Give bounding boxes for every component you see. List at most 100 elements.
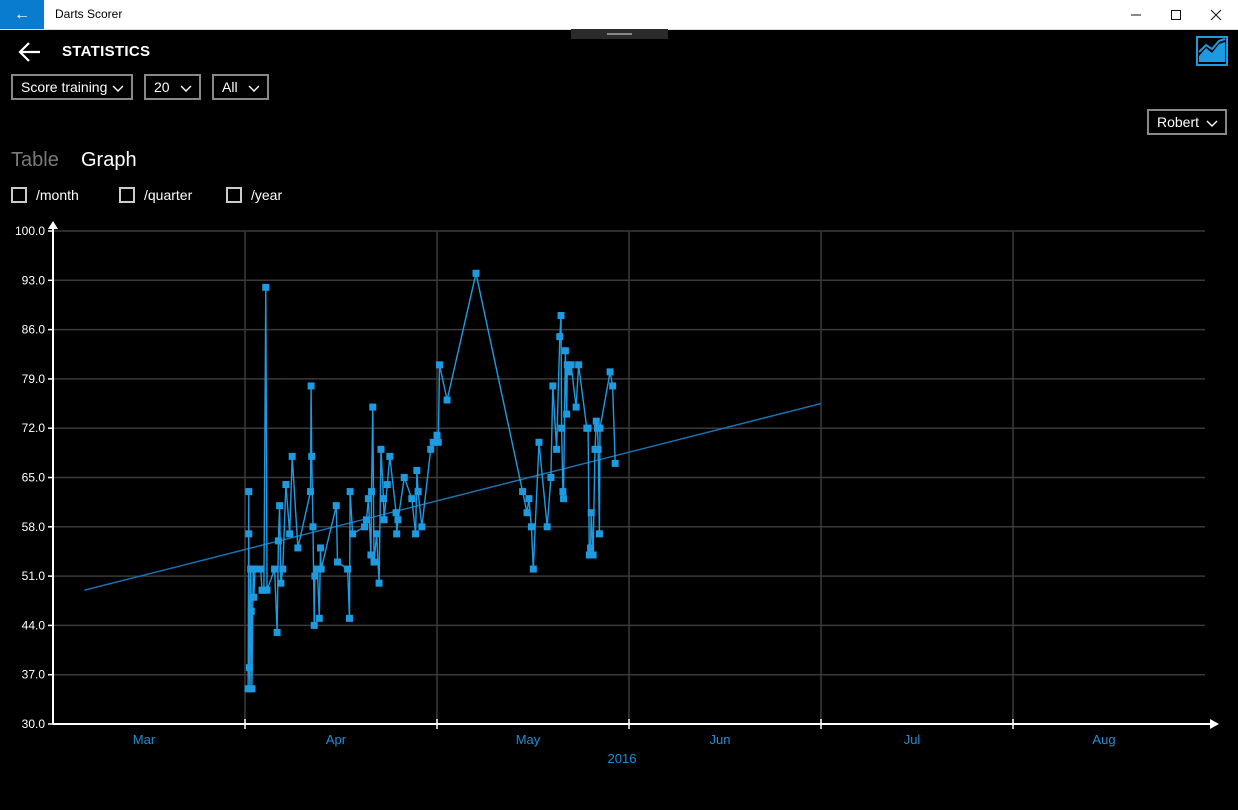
page-back-button[interactable] bbox=[16, 38, 46, 66]
data-point bbox=[433, 431, 441, 439]
data-point bbox=[362, 516, 370, 524]
player-dropdown[interactable]: Robert bbox=[1147, 109, 1227, 135]
y-tick-label: 65.0 bbox=[22, 471, 46, 485]
checkbox-month[interactable]: /month bbox=[11, 185, 79, 205]
data-point bbox=[383, 481, 391, 489]
data-point bbox=[361, 523, 369, 531]
x-tick-label: Aug bbox=[1092, 732, 1115, 747]
data-point bbox=[317, 565, 325, 573]
data-point bbox=[575, 361, 583, 369]
data-point bbox=[589, 551, 597, 559]
data-point bbox=[557, 312, 565, 320]
data-point bbox=[567, 361, 575, 369]
data-point bbox=[553, 445, 561, 453]
tab-graph[interactable]: Graph bbox=[81, 149, 137, 172]
data-point bbox=[594, 424, 602, 432]
y-tick-label: 100.0 bbox=[15, 224, 45, 238]
data-point bbox=[311, 572, 319, 580]
data-point bbox=[587, 544, 595, 552]
data-point bbox=[262, 283, 270, 291]
y-tick-label: 58.0 bbox=[22, 520, 46, 534]
checkbox-quarter[interactable]: /quarter bbox=[119, 185, 192, 205]
data-point bbox=[380, 516, 388, 524]
data-point bbox=[535, 438, 543, 446]
close-button[interactable] bbox=[1193, 0, 1238, 29]
data-point bbox=[394, 516, 402, 524]
score-chart: 100.0 93.0 86.0 79.0 72.0 65.0 58.0 51.0 44.0 37.… bbox=[15, 221, 1219, 766]
chart-icon[interactable] bbox=[1196, 36, 1228, 66]
back-arrow-icon bbox=[18, 42, 40, 62]
data-point bbox=[247, 607, 255, 615]
data-point bbox=[245, 664, 253, 672]
chevron-down-icon bbox=[248, 85, 260, 92]
data-point bbox=[592, 417, 600, 425]
y-tick-label: 93.0 bbox=[22, 273, 46, 287]
data-point bbox=[273, 628, 281, 636]
x-tick-label: Jun bbox=[710, 732, 731, 747]
data-point bbox=[587, 509, 595, 517]
count-dropdown[interactable]: 20 bbox=[144, 74, 201, 100]
data-point bbox=[307, 382, 315, 390]
data-point bbox=[250, 593, 258, 601]
data-point bbox=[591, 445, 599, 453]
data-point bbox=[549, 382, 557, 390]
data-point bbox=[286, 530, 294, 538]
data-point bbox=[563, 361, 571, 369]
data-point bbox=[271, 565, 279, 573]
x-axis-arrow bbox=[1210, 719, 1219, 729]
data-point bbox=[309, 523, 317, 531]
data-point bbox=[294, 544, 302, 552]
data-point bbox=[375, 579, 383, 587]
checkbox-year-label: /year bbox=[251, 187, 283, 203]
range-dropdown[interactable]: All bbox=[212, 74, 269, 100]
data-point bbox=[370, 558, 378, 566]
data-point bbox=[276, 502, 284, 510]
y-tick-label: 30.0 bbox=[22, 717, 46, 731]
checkbox-box[interactable] bbox=[226, 187, 242, 203]
drag-handle[interactable] bbox=[571, 29, 668, 39]
data-point bbox=[594, 445, 602, 453]
data-point bbox=[543, 523, 551, 531]
checkbox-quarter-label: /quarter bbox=[144, 187, 193, 203]
data-point bbox=[572, 403, 580, 411]
data-point bbox=[560, 495, 568, 503]
data-point bbox=[245, 488, 253, 496]
minimize-icon bbox=[1131, 14, 1141, 15]
x-tick-label: May bbox=[516, 732, 541, 747]
data-point bbox=[257, 565, 265, 573]
data-point bbox=[527, 523, 535, 531]
data-point bbox=[436, 361, 444, 369]
data-point bbox=[529, 565, 537, 573]
back-arrow-icon: ← bbox=[14, 5, 30, 23]
tab-table[interactable]: Table bbox=[11, 149, 59, 172]
chevron-down-icon bbox=[180, 85, 192, 92]
checkbox-box[interactable] bbox=[119, 187, 135, 203]
data-point bbox=[344, 565, 352, 573]
data-point bbox=[611, 459, 619, 467]
checkbox-year[interactable]: /year bbox=[226, 185, 282, 205]
data-point bbox=[334, 558, 342, 566]
data-point bbox=[412, 530, 420, 538]
data-point bbox=[332, 502, 340, 510]
data-point bbox=[427, 445, 435, 453]
data-point bbox=[244, 685, 252, 693]
data-point bbox=[373, 530, 381, 538]
data-point bbox=[558, 424, 566, 432]
checkbox-box[interactable] bbox=[11, 187, 27, 203]
mode-dropdown[interactable]: Score training bbox=[11, 74, 133, 100]
data-point bbox=[429, 438, 437, 446]
data-point bbox=[246, 685, 254, 693]
maximize-icon bbox=[1171, 9, 1181, 20]
data-point bbox=[364, 495, 372, 503]
data-point bbox=[313, 565, 321, 573]
x-axis-label: 2016 bbox=[608, 751, 637, 766]
data-point bbox=[595, 530, 603, 538]
window-back-button[interactable]: ← bbox=[0, 0, 44, 29]
data-point bbox=[377, 445, 385, 453]
y-axis-arrow bbox=[48, 221, 58, 229]
y-tick-label: 79.0 bbox=[22, 372, 46, 386]
data-point bbox=[288, 452, 296, 460]
data-point bbox=[414, 488, 422, 496]
data-point bbox=[379, 495, 387, 503]
data-point bbox=[584, 424, 592, 432]
